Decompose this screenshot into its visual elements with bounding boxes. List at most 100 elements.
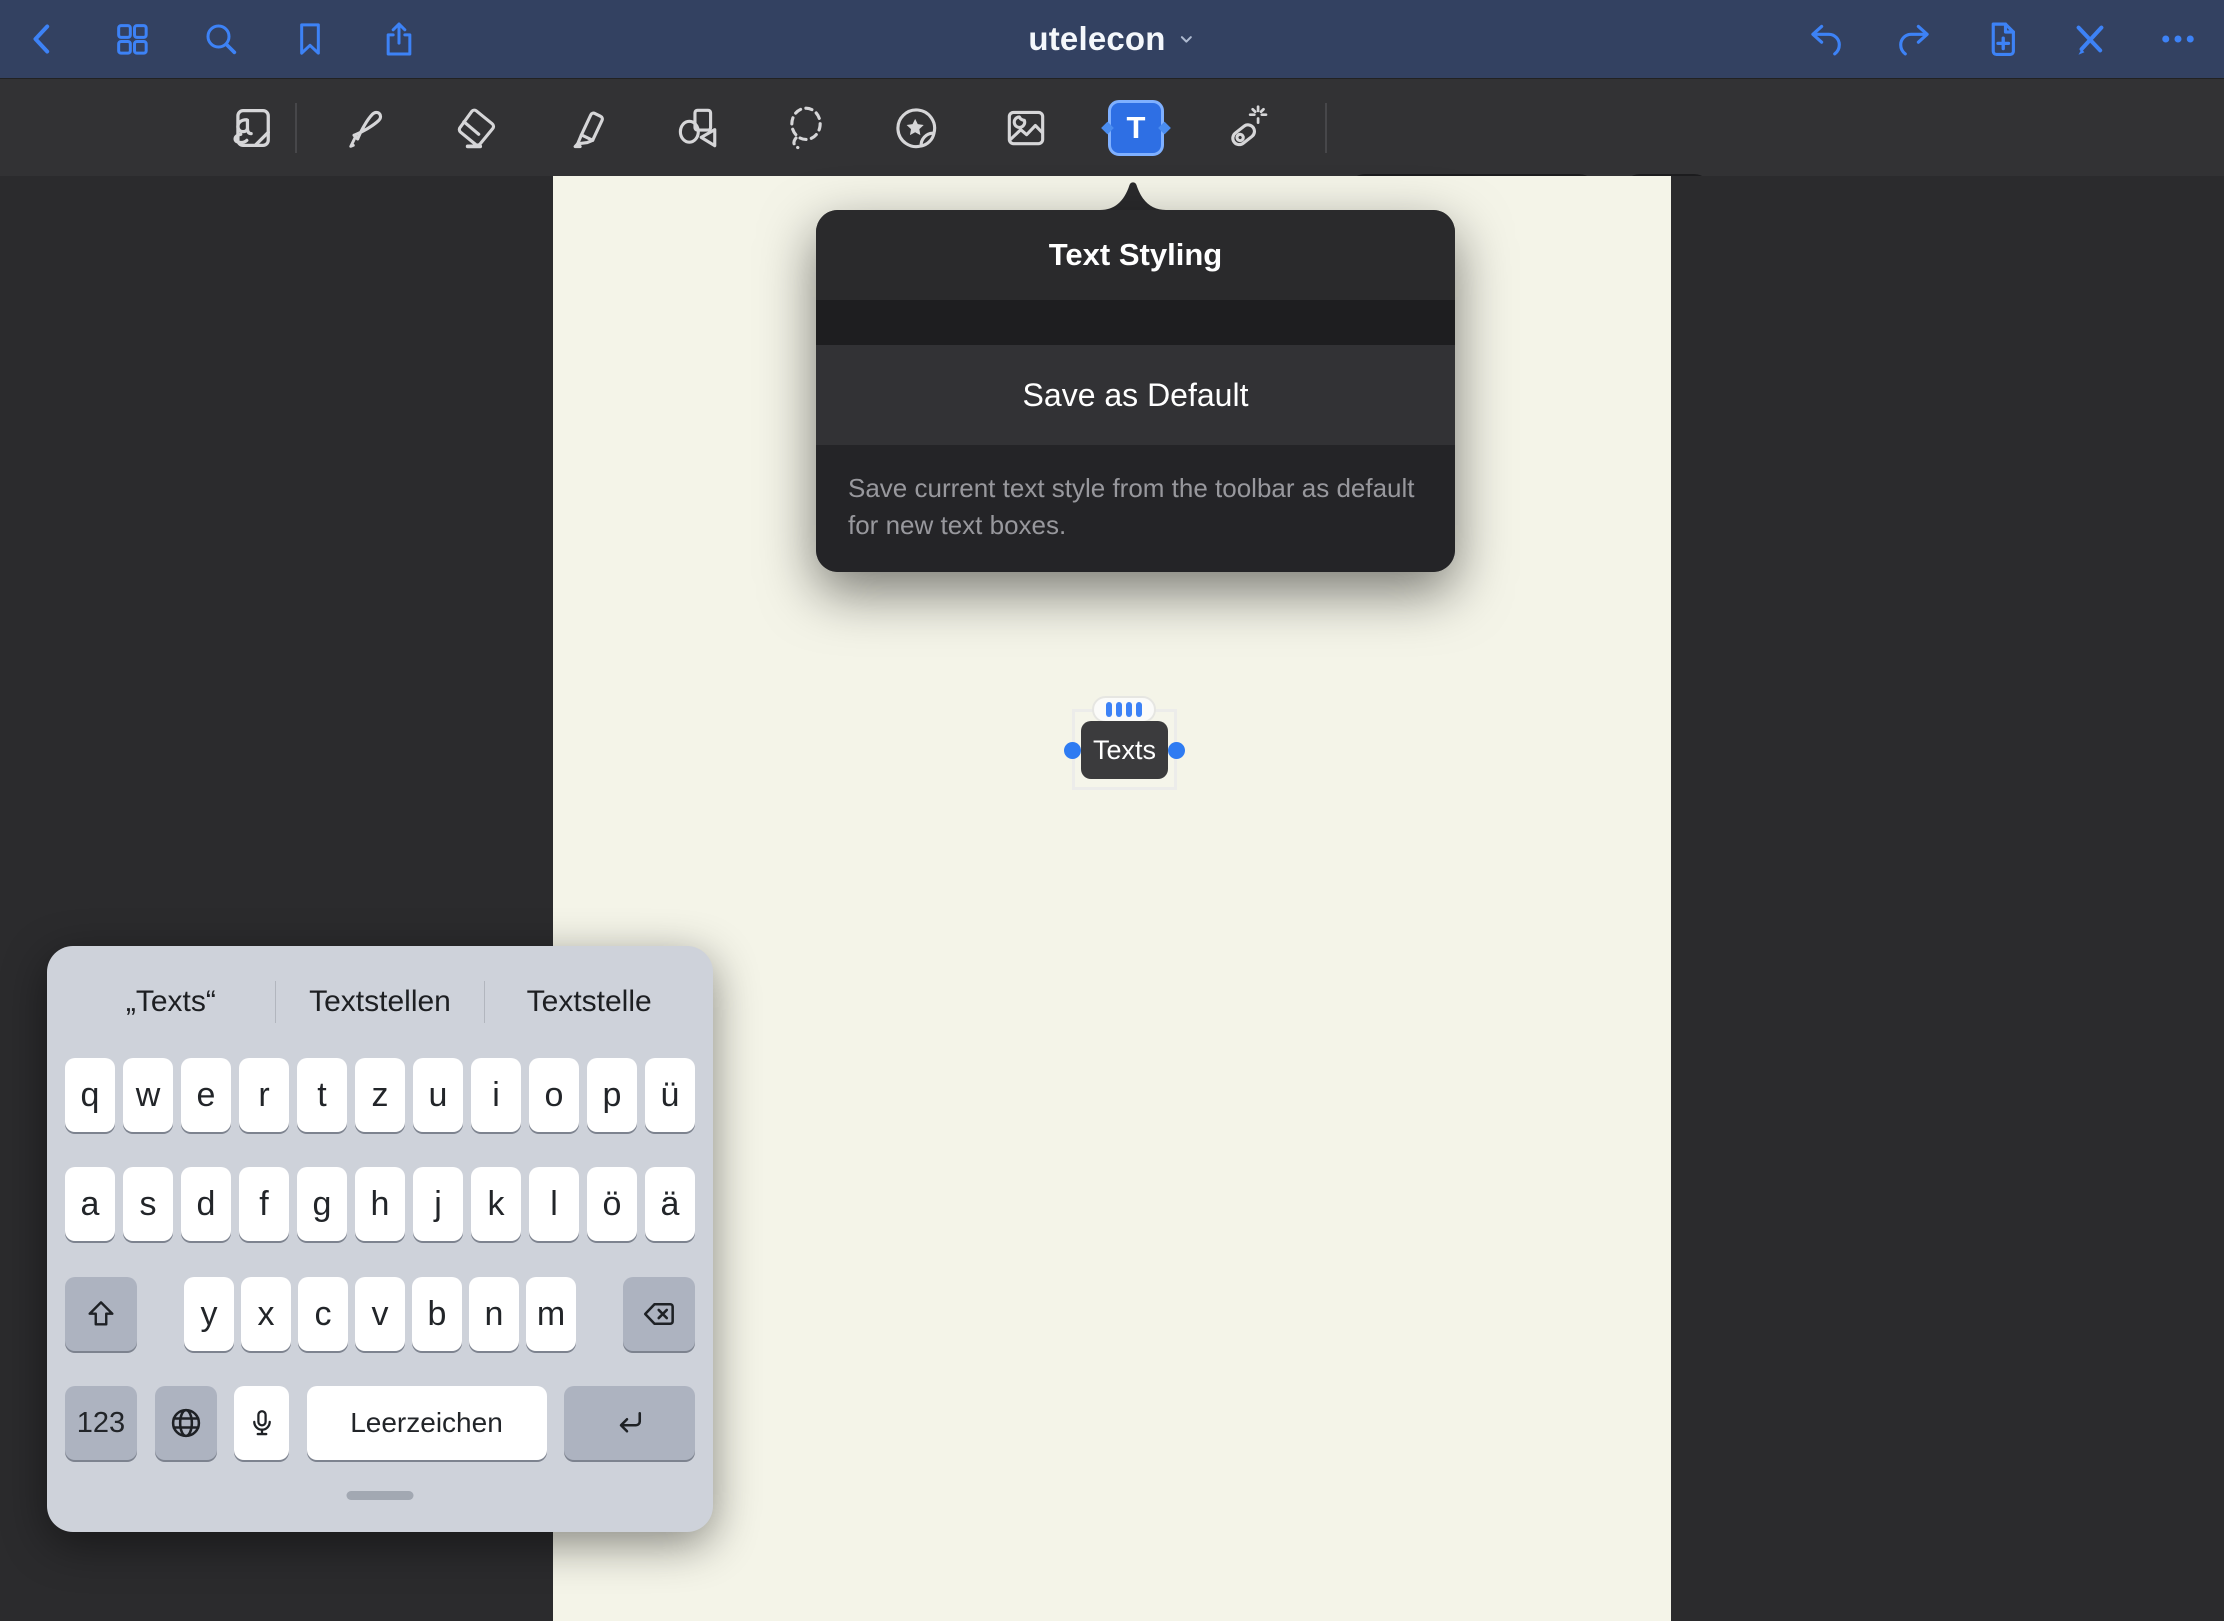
more-button[interactable] <box>2156 17 2200 61</box>
dictation-key[interactable] <box>234 1386 289 1460</box>
key-h[interactable]: h <box>355 1167 405 1241</box>
keyboard-row-2: asdfghjklöä <box>65 1167 695 1241</box>
add-page-button[interactable] <box>1980 17 2024 61</box>
key-y[interactable]: y <box>184 1277 234 1351</box>
key-c[interactable]: c <box>298 1277 348 1351</box>
numbers-key-label: 123 <box>77 1407 125 1440</box>
key-v[interactable]: v <box>355 1277 405 1351</box>
topbar-right-buttons <box>1804 0 2200 78</box>
highlighter-tool[interactable] <box>531 79 641 177</box>
shift-icon <box>84 1297 118 1331</box>
key-k[interactable]: k <box>471 1167 521 1241</box>
redo-icon <box>1893 18 1935 60</box>
key-s[interactable]: s <box>123 1167 173 1241</box>
scroll-mode-button[interactable] <box>226 102 278 154</box>
shift-key[interactable] <box>65 1277 137 1351</box>
share-button[interactable] <box>377 17 421 61</box>
key-ö[interactable]: ö <box>587 1167 637 1241</box>
key-z[interactable]: z <box>355 1058 405 1132</box>
key-ü[interactable]: ü <box>645 1058 695 1132</box>
key-r[interactable]: r <box>239 1058 289 1132</box>
image-icon <box>1001 103 1051 153</box>
popover-arrow <box>1100 176 1166 210</box>
bookmark-icon <box>290 19 330 59</box>
keyboard-row-4: 123 Leerzeichen <box>65 1386 695 1460</box>
keyboard-row-3-letters: yxcvbnm <box>184 1277 576 1351</box>
key-u[interactable]: u <box>413 1058 463 1132</box>
pen-tool[interactable] <box>311 79 421 177</box>
laser-pointer-icon <box>1221 103 1271 153</box>
key-t[interactable]: t <box>297 1058 347 1132</box>
floating-keyboard: „Texts“ Textstellen Textstelle qwertzuio… <box>47 946 713 1532</box>
keyboard-grabber[interactable] <box>347 1491 414 1500</box>
text-styling-popover: Text Styling Save as Default Save curren… <box>816 210 1455 572</box>
save-as-default-button[interactable]: Save as Default <box>816 345 1455 445</box>
undo-button[interactable] <box>1804 17 1848 61</box>
document-title[interactable]: utelecon <box>1028 0 1195 78</box>
drag-grip-icon <box>1136 702 1142 717</box>
shapes-tool[interactable] <box>641 79 751 177</box>
more-icon <box>2157 18 2199 60</box>
key-a[interactable]: a <box>65 1167 115 1241</box>
key-j[interactable]: j <box>413 1167 463 1241</box>
stop-editing-icon <box>2069 18 2111 60</box>
text-tool[interactable]: T <box>1081 79 1191 177</box>
key-q[interactable]: q <box>65 1058 115 1132</box>
suggestion-2[interactable]: Textstelle <box>485 985 693 1019</box>
suggestion-quoted[interactable]: „Texts“ <box>67 985 275 1019</box>
key-x[interactable]: x <box>241 1277 291 1351</box>
suggestion-1[interactable]: Textstellen <box>276 985 484 1019</box>
popover-description: Save current text style from the toolbar… <box>816 445 1455 572</box>
topbar-left-buttons <box>21 0 421 78</box>
key-g[interactable]: g <box>297 1167 347 1241</box>
key-e[interactable]: e <box>181 1058 231 1132</box>
thumbnails-button[interactable] <box>110 17 154 61</box>
key-w[interactable]: w <box>123 1058 173 1132</box>
scroll-mode-icon <box>226 102 278 154</box>
text-box[interactable]: Texts <box>1081 721 1168 779</box>
key-n[interactable]: n <box>469 1277 519 1351</box>
key-ä[interactable]: ä <box>645 1167 695 1241</box>
search-button[interactable] <box>199 17 243 61</box>
key-o[interactable]: o <box>529 1058 579 1132</box>
redo-button[interactable] <box>1892 17 1936 61</box>
numbers-key[interactable]: 123 <box>65 1386 137 1460</box>
popover-separator <box>816 300 1455 345</box>
key-f[interactable]: f <box>239 1167 289 1241</box>
suggestion-bar: „Texts“ Textstellen Textstelle <box>67 972 693 1032</box>
key-d[interactable]: d <box>181 1167 231 1241</box>
globe-key[interactable] <box>155 1386 217 1460</box>
drag-grip-icon <box>1126 702 1132 717</box>
image-tool[interactable] <box>971 79 1081 177</box>
key-i[interactable]: i <box>471 1058 521 1132</box>
stop-editing-button[interactable] <box>2068 17 2112 61</box>
textbox-resize-handle-left[interactable] <box>1064 742 1081 759</box>
globe-icon <box>168 1405 204 1441</box>
backspace-icon <box>641 1296 677 1332</box>
top-nav-bar: utelecon <box>0 0 2224 78</box>
search-icon <box>201 19 241 59</box>
toolbar-divider <box>295 103 297 153</box>
popover-title: Text Styling <box>816 210 1455 300</box>
key-b[interactable]: b <box>412 1277 462 1351</box>
back-button[interactable] <box>21 17 65 61</box>
space-key-label: Leerzeichen <box>350 1407 503 1439</box>
eraser-tool[interactable] <box>421 79 531 177</box>
textbox-resize-handle-right[interactable] <box>1168 742 1185 759</box>
space-key[interactable]: Leerzeichen <box>307 1386 547 1460</box>
stickers-tool[interactable] <box>861 79 971 177</box>
bookmark-button[interactable] <box>288 17 332 61</box>
share-icon <box>379 19 419 59</box>
drag-grip-icon <box>1116 702 1122 717</box>
text-box-content: Texts <box>1093 735 1156 766</box>
backspace-key[interactable] <box>623 1277 695 1351</box>
lasso-tool[interactable] <box>751 79 861 177</box>
key-l[interactable]: l <box>529 1167 579 1241</box>
return-key[interactable] <box>564 1386 695 1460</box>
key-p[interactable]: p <box>587 1058 637 1132</box>
tool-bar: T HiraginoSans-... 16 <box>0 78 2224 176</box>
textbox-drag-handle[interactable] <box>1092 696 1156 723</box>
key-m[interactable]: m <box>526 1277 576 1351</box>
return-icon <box>612 1405 648 1441</box>
laser-pointer-tool[interactable] <box>1191 79 1301 177</box>
